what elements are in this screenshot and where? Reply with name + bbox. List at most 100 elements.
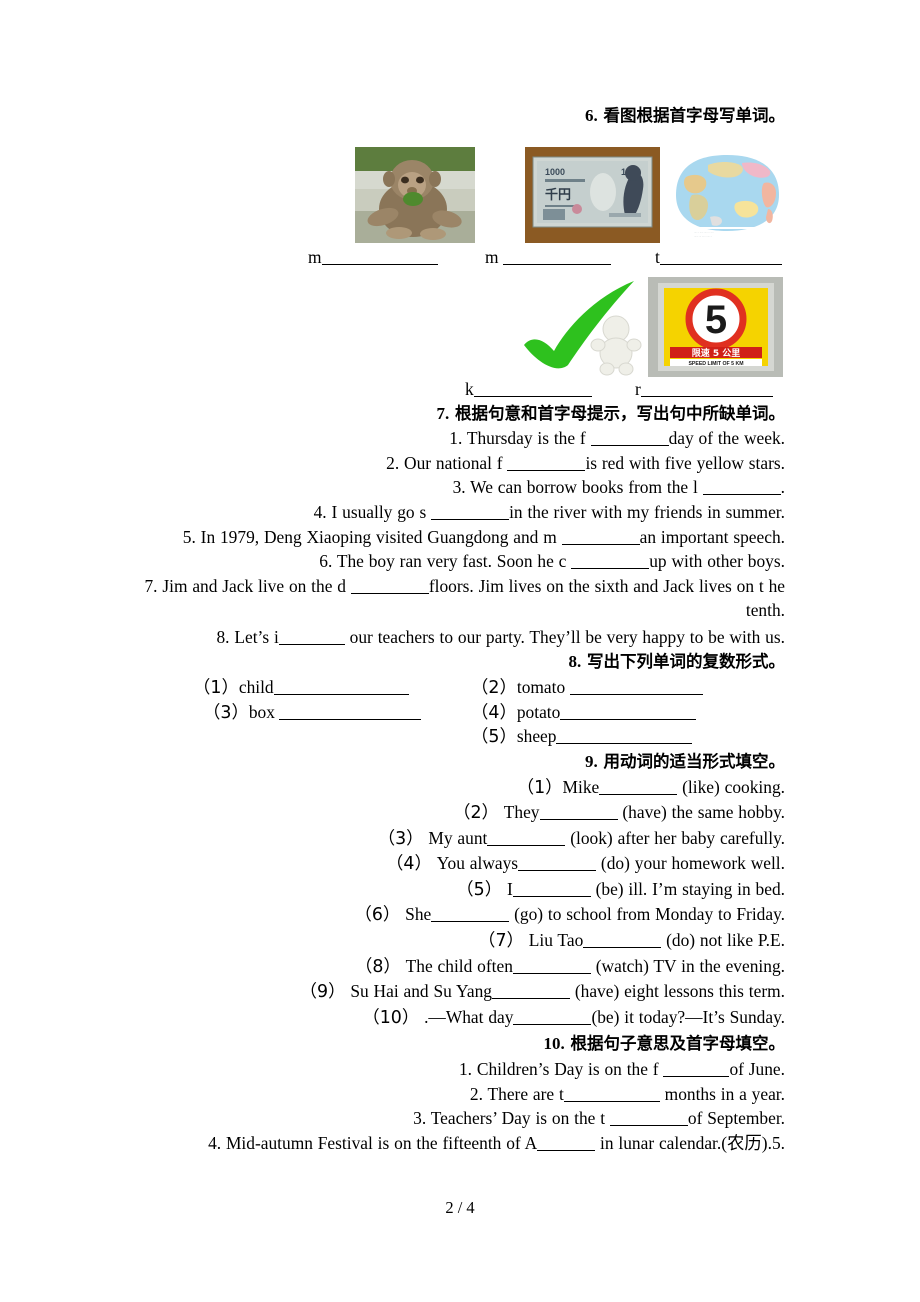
answer-blank[interactable] [473,383,592,397]
section-7-number: 7. [436,403,450,423]
answer-blank[interactable] [609,1112,688,1127]
answer-blank[interactable] [539,806,618,821]
answer-blank[interactable] [512,960,591,974]
world-map-photo: .... .. ..... ..... .. .... ...... ... .… [670,146,785,243]
section-10-number: 10. [543,1034,565,1054]
section-9-heading-text: 用动词的适当形式填空。 [603,751,786,771]
section-10-heading-text: 根据句子意思及首字母填空。 [570,1034,786,1054]
plural-item-child: （1）child [193,674,409,699]
section-6-heading-text: 看图根据首字母写单词。 [603,106,786,125]
plural-item-potato: （4）potato [471,699,697,724]
image-label-road-sign: r [635,379,773,400]
answer-blank[interactable] [502,251,611,265]
plural-item-box: （3）box [203,699,422,724]
image-label-monkey: m [308,247,438,268]
image-label-money: m [485,247,611,268]
answer-blank[interactable] [599,781,678,795]
answer-blank[interactable] [659,251,782,265]
answer-blank[interactable] [513,1011,592,1025]
speed-limit-sign-graphic: 5 限速 5 公里 SPEED LIMIT OF 5 KM [648,276,783,377]
monkey-photo [355,146,475,243]
section-8-row-2: （3）box （4）potato [133,699,785,724]
section-10-item-3: 3. Teachers’ Day is on the t of Septembe… [413,1108,785,1129]
section-10-item-2: 2. There are t months in a year. [469,1083,785,1104]
section-8-heading: 8. 写出下列单词的复数形式。 [133,650,786,675]
answer-blank[interactable] [273,681,409,696]
svg-text:5: 5 [705,298,727,342]
svg-text:限速 5 公里: 限速 5 公里 [692,347,741,359]
section-10-item-1: 1. Children’s Day is on the f of June. [458,1059,785,1080]
section-7-item-4: 4. I usually go s in the river with my f… [313,501,785,522]
section-8-number: 8. [568,651,582,671]
answer-blank[interactable] [702,481,781,496]
svg-text:1000: 1000 [545,167,565,177]
answer-blank[interactable] [663,1063,730,1078]
section-7-item-1: 1. Thursday is the f day of the week. [449,428,785,449]
section-9-item-7: （7） Liu Tao (do) not like P.E. [478,930,785,952]
answer-blank[interactable] [487,832,566,846]
section-7-item-6: 6. The boy ran very fast. Soon he c up w… [319,551,785,572]
answer-blank[interactable] [590,432,669,447]
answer-blank[interactable] [561,531,640,545]
section-6-number: 6. [585,106,598,125]
answer-blank[interactable] [491,985,570,1000]
green-check-mark-image [510,276,655,377]
section-9-item-2: （2） They (have) the same hobby. [453,802,785,824]
svg-text:.... .. ..... ..... .. ..: .... .. ..... ..... .. .... [694,231,714,234]
section-8-row-3: （5）sheep [133,723,785,748]
section-6-heading: 6. 看图根据首字母写单词。 [133,104,785,129]
answer-blank[interactable] [556,730,693,745]
page-footer: 2 / 4 [445,1198,475,1217]
monkey-photo-graphic [355,146,475,243]
section-6-labels-row-2: k r [133,379,785,402]
section-9-item-4: （4） You always (do) your homework well. [386,853,785,875]
section-8-heading-text: 写出下列单词的复数形式。 [587,651,785,671]
section-10-item-4: 4. Mid-autumn Festival is on the fifteen… [208,1132,785,1153]
answer-blank[interactable] [278,631,345,645]
section-7-heading-text: 根据句意和首字母提示，写出句中所缺单词。 [455,403,785,423]
speed-limit-sign-photo: 5 限速 5 公里 SPEED LIMIT OF 5 KM [648,276,783,377]
answer-blank[interactable] [350,580,429,594]
answer-blank[interactable] [512,883,591,897]
section-9-item-3: （3） My aunt (look) after her baby carefu… [377,827,785,849]
answer-blank[interactable] [431,908,510,923]
world-map-photo-graphic: .... .. ..... ..... .. .... ...... ... .… [670,146,785,243]
answer-blank[interactable] [507,457,586,471]
answer-blank[interactable] [321,251,438,265]
answer-blank[interactable] [537,1137,596,1151]
section-7-item-2: 2. Our national f is red with five yello… [386,452,785,473]
answer-blank[interactable] [583,934,662,949]
page-content: 6. 看图根据首字母写单词。 1000 千円 .... .. ..... ...… [133,104,785,1155]
section-6-image-row-2: 5 限速 5 公里 SPEED LIMIT OF 5 KM [133,276,785,379]
image-label-map: t [655,247,782,268]
section-10-heading: 10. 根据句子意思及首字母填空。 [133,1030,786,1057]
banknote-photo: 1000 1000 千円 [525,146,660,243]
section-9-item-6: （6） She (go) to school from Monday to Fr… [354,904,785,926]
section-9-number: 9. [585,751,598,771]
svg-text:...... ... ..... ..... ..: ...... ... ..... ..... .. [694,235,712,238]
section-9-item-10: （10） .—What day (be) it today?—It’s Sunda… [362,1006,785,1028]
section-9-heading: 9. 用动词的适当形式填空。 [133,748,785,775]
green-check-mark-graphic [510,276,655,377]
answer-blank[interactable] [518,857,597,872]
answer-blank[interactable] [431,506,510,520]
answer-blank[interactable] [560,706,697,720]
answer-blank[interactable] [640,383,773,397]
section-7-item-8: 8. Let’s i our teachers to our party. Th… [216,626,785,647]
answer-blank[interactable] [571,555,650,570]
answer-blank[interactable] [569,681,703,696]
section-7-item-7: 7. Jim and Jack live on the d floors. Ji… [144,575,785,621]
answer-blank[interactable] [279,706,422,720]
document-page: 6. 看图根据首字母写单词。 1000 千円 .... .. ..... ...… [0,0,920,1302]
banknote-photo-graphic: 1000 1000 千円 [525,146,660,243]
plural-item-sheep: （5）sheep [471,723,693,748]
section-9-item-9: （9） Su Hai and Su Yang (have) eight less… [299,981,785,1003]
section-7-item-5: 5. In 1979, Deng Xiaoping visited Guangd… [182,526,785,547]
svg-text:千円: 千円 [545,187,571,203]
section-8-row-1: （1）child （2）tomato [133,674,785,699]
plural-item-tomato: （2）tomato [471,674,703,699]
section-6-labels-row-1: m m t [133,247,785,277]
section-9-item-5: （5） I (be) ill. I’m staying in bed. [456,878,785,900]
answer-blank[interactable] [563,1088,660,1102]
section-9-item-8: （8） The child often (watch) TV in the ev… [354,955,785,977]
